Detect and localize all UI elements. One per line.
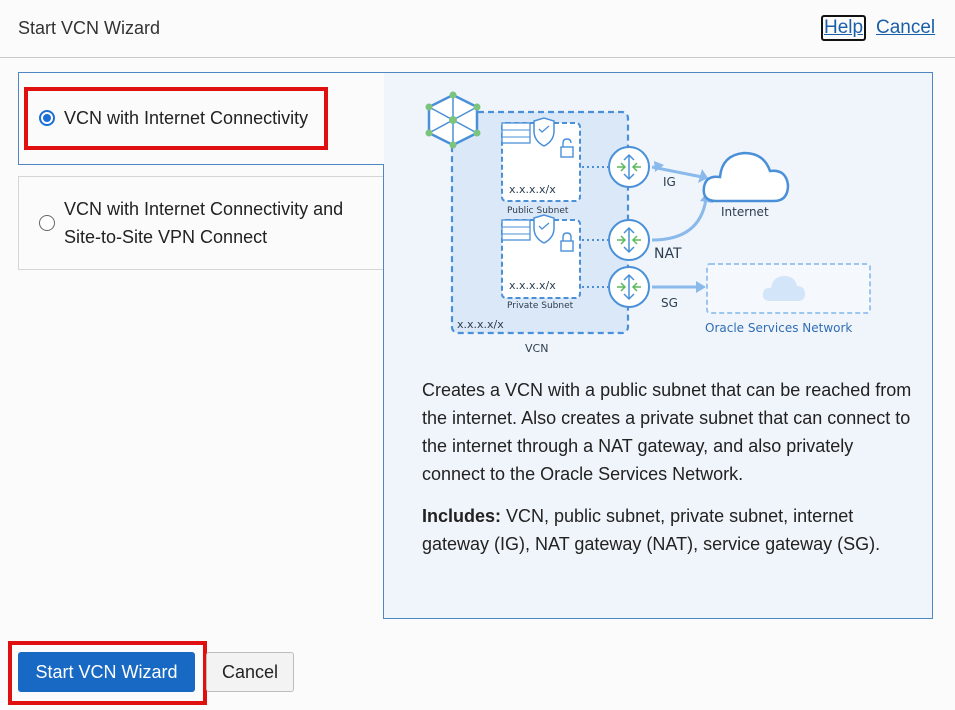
cancel-button[interactable]: Cancel: [206, 652, 294, 692]
internet-cloud-icon: [702, 151, 790, 203]
internet-gateway-icon: [608, 146, 650, 188]
option-detail-panel: x.x.x.x/x Public Subnet x.x.x.x/x Privat…: [383, 72, 933, 619]
header-cancel-link[interactable]: Cancel: [876, 17, 935, 39]
osn-label: Oracle Services Network: [705, 321, 852, 335]
sg-label: SG: [661, 296, 678, 310]
vcn-architecture-diagram: x.x.x.x/x Public Subnet x.x.x.x/x Privat…: [425, 91, 871, 355]
option-description: Creates a VCN with a public subnet that …: [422, 380, 912, 484]
option-vcn-internet[interactable]: VCN with Internet Connectivity: [18, 72, 384, 165]
private-subnet-cidr: x.x.x.x/x: [509, 279, 556, 292]
private-subnet-label: Private Subnet: [507, 301, 574, 311]
option-vcn-internet-label: VCN with Internet Connectivity: [64, 108, 309, 128]
option-vcn-vpn-label-line1: VCN with Internet Connectivity and: [64, 199, 344, 219]
ig-label: IG: [663, 175, 676, 189]
dialog-header: Start VCN Wizard Help Cancel: [0, 0, 955, 58]
server-icon: [501, 122, 531, 144]
vcn-cidr: x.x.x.x/x: [457, 318, 504, 331]
nat-gateway-icon: [608, 219, 650, 261]
public-subnet-label: Public Subnet: [507, 206, 569, 216]
help-link[interactable]: Help: [821, 15, 867, 41]
option-vcn-vpn-label-line2: Site-to-Site VPN Connect: [64, 227, 268, 247]
public-subnet-cidr: x.x.x.x/x: [509, 183, 556, 196]
server-icon: [501, 219, 531, 241]
option-vcn-vpn-radio[interactable]: [39, 215, 55, 231]
service-gateway-icon: [608, 266, 650, 308]
option-includes: Includes: VCN, public subnet, private su…: [422, 502, 912, 558]
start-vcn-wizard-button[interactable]: Start VCN Wizard: [18, 652, 195, 692]
includes-label: Includes:: [422, 506, 502, 526]
internet-label: Internet: [721, 205, 769, 219]
option-vcn-vpn[interactable]: VCN with Internet Connectivity and Site-…: [18, 176, 384, 270]
option-vcn-internet-radio[interactable]: [39, 110, 55, 126]
dialog-title: Start VCN Wizard: [18, 18, 161, 38]
vcn-label: VCN: [525, 342, 548, 355]
nat-label: NAT: [654, 246, 682, 262]
